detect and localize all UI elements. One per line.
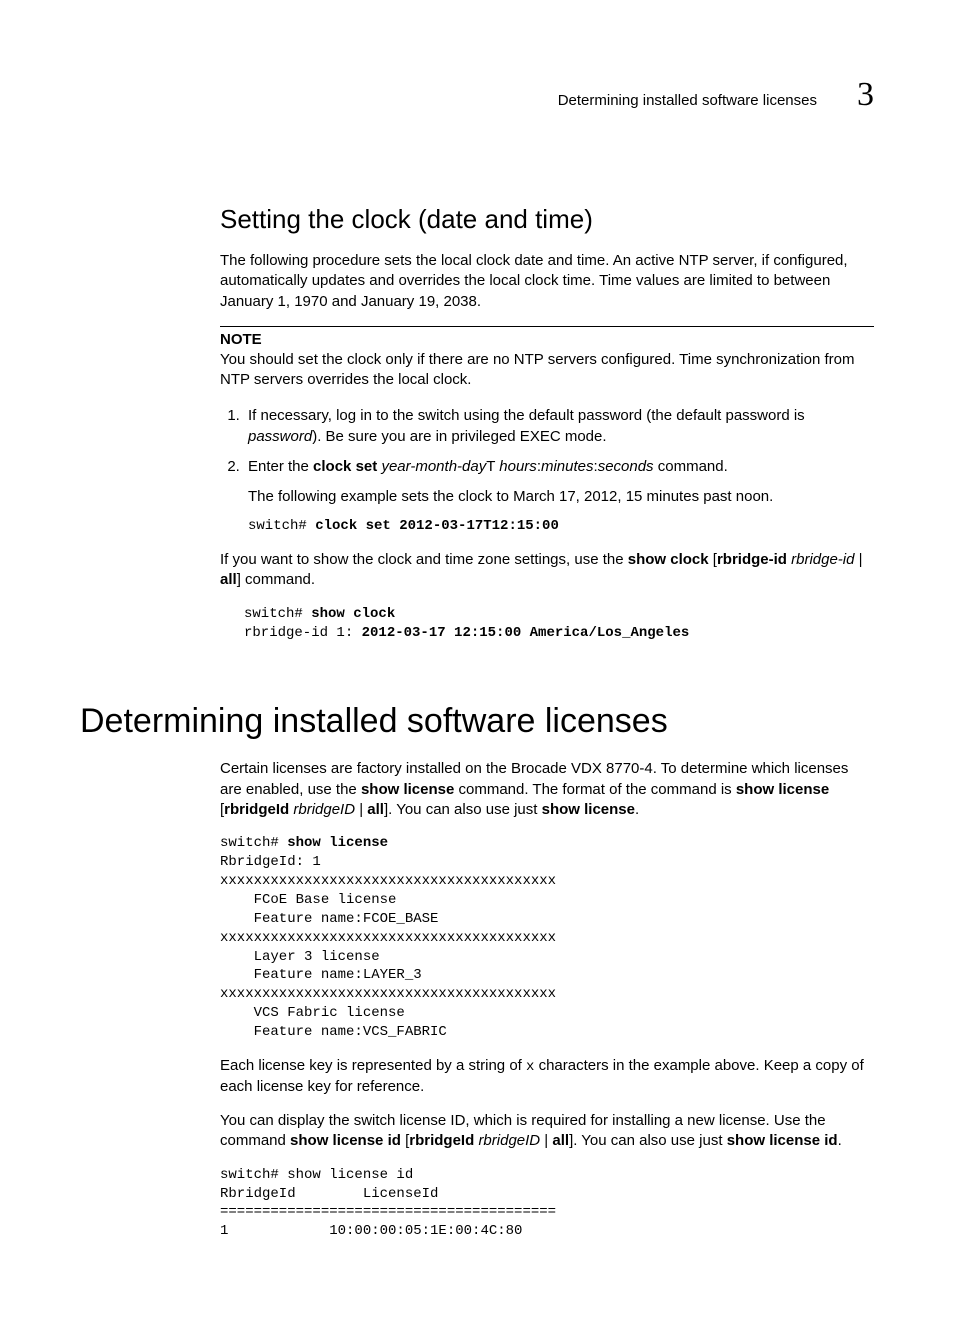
running-title: Determining installed software licenses [558, 92, 817, 109]
content-area: Setting the clock (date and time) The fo… [220, 204, 874, 642]
intro-paragraph: The following procedure sets the local c… [220, 251, 874, 312]
show-clock-c: ] command. [237, 571, 315, 588]
note-body: You should set the clock only if there a… [220, 350, 874, 391]
p3-b: [ [401, 1132, 409, 1149]
code3-prompt: switch# [220, 835, 287, 851]
p1-d: ]. You can also use just [384, 801, 542, 818]
p1-cmd1: show license [361, 781, 454, 798]
code-block-show-license: switch# show license RbridgeId: 1 xxxxxx… [220, 834, 874, 1042]
p1-pipe: | [355, 801, 367, 818]
p3-all: all [552, 1132, 569, 1149]
code2-line2a: rbridge-id 1: [244, 625, 362, 641]
p2-a: Each license key is represented by a str… [220, 1057, 526, 1074]
show-clock-all: all [220, 571, 237, 588]
code-command: clock set 2012-03-17T12:15:00 [315, 518, 559, 534]
p3-rbid: rbridgeID [478, 1132, 540, 1149]
step-2-example-text: The following example sets the clock to … [248, 487, 874, 507]
chapter-number: 3 [857, 76, 874, 114]
section-heading: Determining installed software licenses [80, 702, 874, 741]
step-2-text-c: command. [654, 458, 728, 475]
code-block-show-clock: switch# show clock rbridge-id 1: 2012-03… [244, 605, 874, 643]
procedure-list: If necessary, log in to the switch using… [220, 406, 874, 536]
licenses-p1: Certain licenses are factory installed o… [220, 759, 874, 820]
show-clock-b: [ [709, 551, 717, 568]
p3-cmd2: show license id [727, 1132, 838, 1149]
show-clock-rbridge-id: rbridge-id [791, 551, 854, 568]
step-1-password: password [248, 428, 312, 445]
show-clock-cmd: show clock [628, 551, 709, 568]
code2-line2b: 2012-03-17 12:15:00 America/Los_Angeles [362, 625, 690, 641]
p1-rb: rbridgeId [224, 801, 289, 818]
licenses-p3: You can display the switch license ID, w… [220, 1111, 874, 1152]
show-clock-a: If you want to show the clock and time z… [220, 551, 628, 568]
code2-cmd: show clock [311, 606, 395, 622]
show-clock-paragraph: If you want to show the clock and time z… [220, 550, 874, 591]
step-2-arg-ymd: year-month-day [381, 458, 486, 475]
step-2-T: T [486, 458, 499, 475]
p1-all: all [367, 801, 384, 818]
note-rule [220, 326, 874, 327]
code3-cmd: show license [287, 835, 388, 851]
p3-rb: rbridgeId [409, 1132, 474, 1149]
p3-c: ]. You can also use just [569, 1132, 727, 1149]
step-1-text-b: ). Be sure you are in privileged EXEC mo… [312, 428, 606, 445]
running-header: Determining installed software licenses … [80, 76, 874, 114]
p1-cmd2: show license [736, 781, 829, 798]
subsection-heading: Setting the clock (date and time) [220, 204, 874, 235]
step-2-arg-hours: hours [499, 458, 537, 475]
step-2-text-a: Enter the [248, 458, 313, 475]
code-block-clock-set: switch# clock set 2012-03-17T12:15:00 [248, 517, 874, 536]
licenses-p2: Each license key is represented by a str… [220, 1056, 874, 1097]
step-2: Enter the clock set year-month-dayT hour… [244, 457, 874, 536]
p3-pipe: | [540, 1132, 552, 1149]
p3-d: . [838, 1132, 842, 1149]
code-prompt: switch# [248, 518, 315, 534]
step-1: If necessary, log in to the switch using… [244, 406, 874, 447]
p1-cmd3: show license [542, 801, 635, 818]
p1-rbid: rbridgeID [293, 801, 355, 818]
section-content: Certain licenses are factory installed o… [220, 759, 874, 1241]
p1-e: . [635, 801, 639, 818]
note-label: NOTE [220, 331, 874, 348]
show-clock-rbridge: rbridge-id [717, 551, 787, 568]
page: Determining installed software licenses … [0, 0, 954, 1335]
step-2-command: clock set [313, 458, 377, 475]
p3-cmd1: show license id [290, 1132, 401, 1149]
step-1-text-a: If necessary, log in to the switch using… [248, 407, 805, 424]
code2-prompt: switch# [244, 606, 311, 622]
step-2-arg-minutes: minutes [541, 458, 594, 475]
step-2-arg-seconds: seconds [598, 458, 654, 475]
code3-body: RbridgeId: 1 xxxxxxxxxxxxxxxxxxxxxxxxxxx… [220, 854, 556, 1040]
show-clock-pipe: | [854, 551, 862, 568]
code-block-show-license-id: switch# show license id RbridgeId Licens… [220, 1166, 874, 1242]
p1-b: command. The format of the command is [454, 781, 736, 798]
